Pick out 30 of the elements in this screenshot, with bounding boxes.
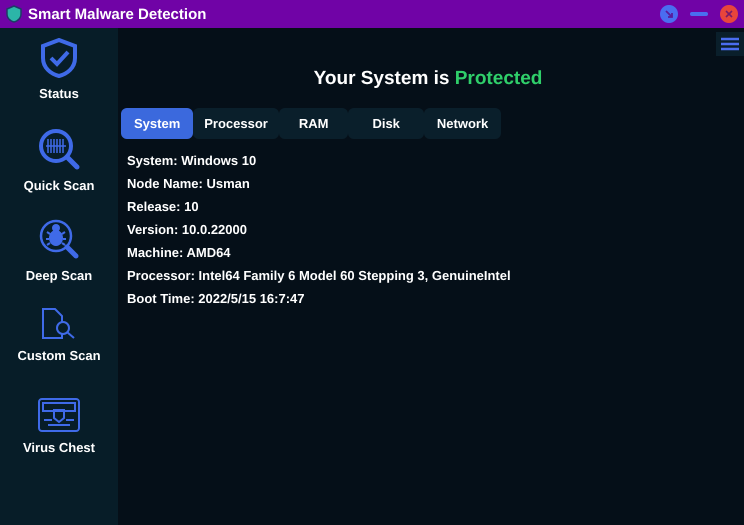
info-line: Node Name: Usman bbox=[127, 175, 251, 192]
shield-icon bbox=[6, 5, 22, 23]
sidebar-item[interactable]: Status bbox=[39, 86, 79, 101]
sidebar-item[interactable]: Deep Scan bbox=[26, 268, 92, 283]
sidebar-item[interactable]: Custom Scan bbox=[17, 348, 101, 363]
tab[interactable]: Disk bbox=[348, 108, 424, 139]
sidebar-item[interactable]: Quick Scan bbox=[24, 178, 94, 193]
sidebar-item[interactable]: Virus Chest bbox=[22, 440, 95, 455]
info-line: Boot Time: 2022/5/15 16:7:47 bbox=[127, 290, 306, 307]
info-line: Machine: AMD64 bbox=[127, 244, 232, 261]
info-line: Release: 10 bbox=[127, 198, 200, 215]
tab[interactable]: Processor bbox=[193, 108, 279, 139]
info-line: System: Windows 10 bbox=[127, 152, 258, 169]
tab[interactable]: RAM bbox=[278, 108, 348, 139]
menu-button[interactable] bbox=[716, 32, 744, 56]
tab[interactable]: Network bbox=[424, 108, 502, 139]
minimize-button[interactable] bbox=[690, 11, 708, 17]
shield-check-icon bbox=[40, 38, 78, 78]
menu-icon bbox=[721, 37, 739, 51]
info-line: Processor: Intel64 Family 6 Model 60 Stepping 3, GenuineIntel bbox=[127, 267, 512, 284]
document-search-icon bbox=[41, 308, 77, 340]
close-button[interactable] bbox=[720, 5, 738, 23]
status-heading: Your System is Protected bbox=[312, 68, 544, 90]
info-line: Version: 10.0.22000 bbox=[127, 221, 248, 238]
bug-search-icon bbox=[38, 218, 80, 260]
barcode-search-icon bbox=[38, 128, 80, 170]
restore-button[interactable] bbox=[660, 5, 678, 23]
tab[interactable]: System bbox=[121, 108, 194, 139]
window-title: Smart Malware Detection bbox=[28, 6, 208, 22]
chest-icon bbox=[38, 398, 80, 432]
